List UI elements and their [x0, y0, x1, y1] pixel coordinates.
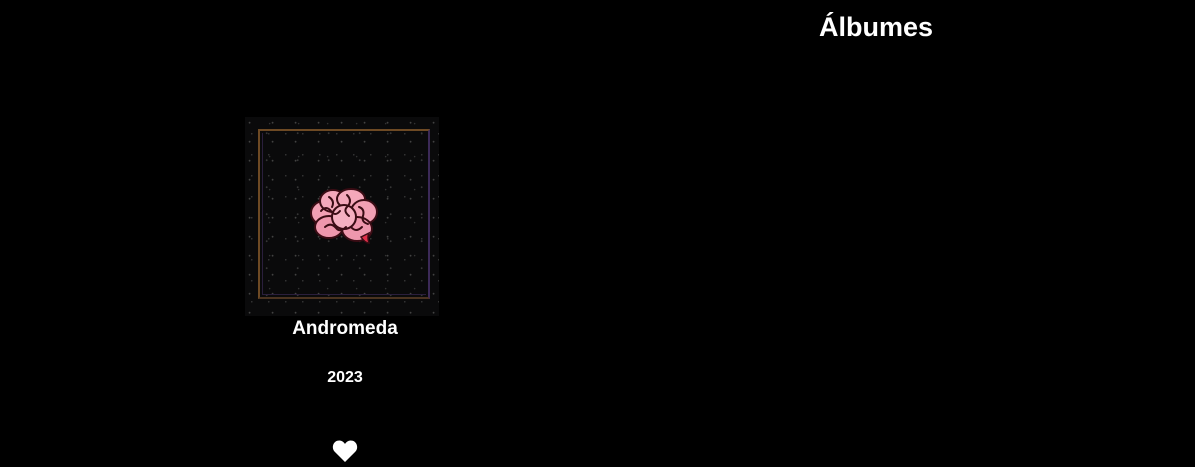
albums-page: Álbumes Andromeda 2023	[0, 0, 1195, 467]
album-year: 2023	[327, 369, 363, 386]
heart-icon	[332, 440, 358, 462]
favorite-button[interactable]	[332, 439, 358, 463]
album-cover[interactable]	[245, 117, 439, 316]
album-card[interactable]: Andromeda 2023	[245, 117, 445, 467]
brain-icon	[310, 188, 378, 244]
page-title: Álbumes	[818, 12, 934, 42]
album-title[interactable]: Andromeda	[245, 317, 445, 341]
